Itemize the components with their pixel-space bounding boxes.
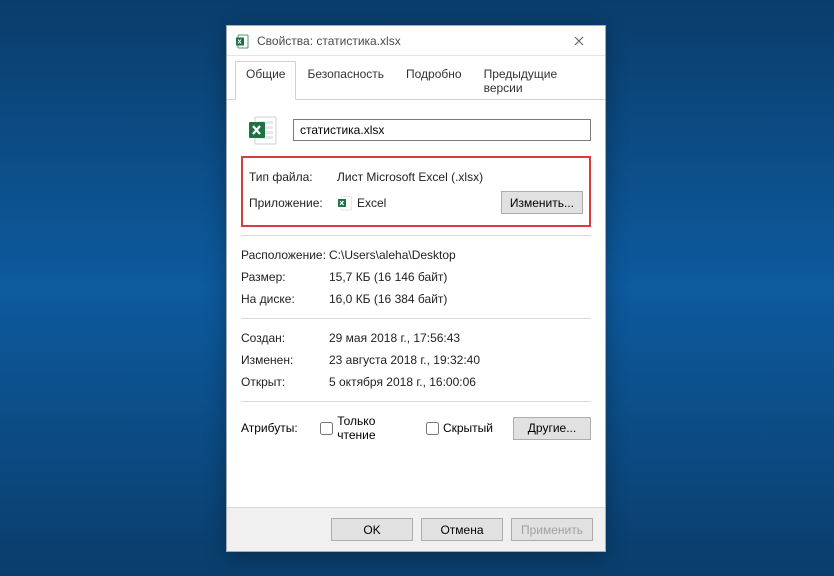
change-button[interactable]: Изменить...	[501, 191, 583, 214]
label-attributes: Атрибуты:	[241, 421, 310, 435]
tabs: Общие Безопасность Подробно Предыдущие в…	[227, 56, 605, 100]
tab-previous-versions[interactable]: Предыдущие версии	[473, 61, 597, 100]
titlebar: Свойства: статистика.xlsx	[227, 26, 605, 56]
excel-app-icon	[337, 195, 353, 211]
row-location: Расположение: C:\Users\aleha\Desktop	[241, 244, 591, 266]
label-size: Размер:	[241, 270, 329, 284]
separator	[241, 401, 591, 402]
properties-dialog: Свойства: статистика.xlsx Общие Безопасн…	[226, 25, 606, 552]
tab-general[interactable]: Общие	[235, 61, 296, 100]
close-button[interactable]	[559, 27, 599, 55]
checkbox-readonly[interactable]	[320, 422, 333, 435]
value-location: C:\Users\aleha\Desktop	[329, 248, 591, 262]
tab-security[interactable]: Безопасность	[296, 61, 395, 100]
value-application: Excel	[357, 196, 501, 210]
value-created: 29 мая 2018 г., 17:56:43	[329, 331, 591, 345]
titlebar-title: Свойства: статистика.xlsx	[257, 34, 559, 48]
tab-content-general: Тип файла: Лист Microsoft Excel (.xlsx) …	[227, 100, 605, 507]
label-location: Расположение:	[241, 248, 329, 262]
separator	[241, 318, 591, 319]
separator	[241, 235, 591, 236]
row-application: Приложение: Excel Изменить...	[249, 188, 583, 217]
row-file-type: Тип файла: Лист Microsoft Excel (.xlsx)	[249, 166, 583, 188]
other-attributes-button[interactable]: Другие...	[513, 417, 591, 440]
filename-input[interactable]	[293, 119, 591, 141]
ok-button[interactable]: OK	[331, 518, 413, 541]
value-file-type: Лист Microsoft Excel (.xlsx)	[337, 170, 583, 184]
dialog-footer: OK Отмена Применить	[227, 507, 605, 551]
file-header	[241, 114, 591, 146]
tab-details[interactable]: Подробно	[395, 61, 473, 100]
row-size: Размер: 15,7 КБ (16 146 байт)	[241, 266, 591, 288]
checkbox-readonly-wrap[interactable]: Только чтение	[320, 414, 416, 442]
highlight-box: Тип файла: Лист Microsoft Excel (.xlsx) …	[241, 156, 591, 227]
label-modified: Изменен:	[241, 353, 329, 367]
checkbox-hidden-label: Скрытый	[443, 421, 493, 435]
value-ondisk: 16,0 КБ (16 384 байт)	[329, 292, 591, 306]
label-created: Создан:	[241, 331, 329, 345]
value-modified: 23 августа 2018 г., 19:32:40	[329, 353, 591, 367]
row-ondisk: На диске: 16,0 КБ (16 384 байт)	[241, 288, 591, 310]
row-created: Создан: 29 мая 2018 г., 17:56:43	[241, 327, 591, 349]
row-attributes: Атрибуты: Только чтение Скрытый Другие..…	[241, 410, 591, 446]
value-accessed: 5 октября 2018 г., 16:00:06	[329, 375, 591, 389]
checkbox-hidden-wrap[interactable]: Скрытый	[426, 421, 493, 435]
apply-button[interactable]: Применить	[511, 518, 593, 541]
label-file-type: Тип файла:	[249, 170, 337, 184]
row-modified: Изменен: 23 августа 2018 г., 19:32:40	[241, 349, 591, 371]
row-accessed: Открыт: 5 октября 2018 г., 16:00:06	[241, 371, 591, 393]
cancel-button[interactable]: Отмена	[421, 518, 503, 541]
checkbox-readonly-label: Только чтение	[337, 414, 416, 442]
label-application: Приложение:	[249, 196, 337, 210]
excel-file-icon	[235, 33, 251, 49]
value-size: 15,7 КБ (16 146 байт)	[329, 270, 591, 284]
label-ondisk: На диске:	[241, 292, 329, 306]
excel-icon	[247, 114, 279, 146]
label-accessed: Открыт:	[241, 375, 329, 389]
checkbox-hidden[interactable]	[426, 422, 439, 435]
